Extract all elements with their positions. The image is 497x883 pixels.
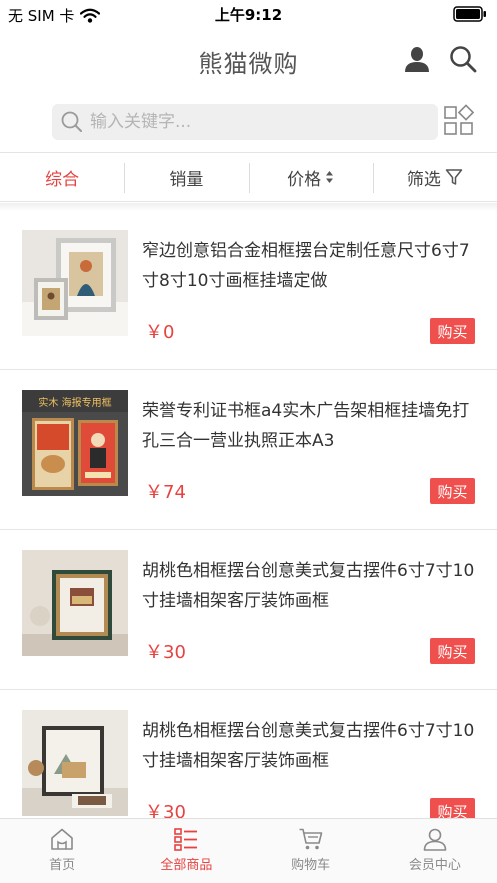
tab-label: 全部商品 — [160, 858, 213, 873]
search-icon — [450, 46, 477, 73]
product-item[interactable]: 实木 海报专用框 荣誉专利证书框a4实木广告架相框挂墙免打孔三合一营业执照正本A… — [0, 370, 497, 530]
search-button[interactable] — [448, 44, 478, 74]
buy-button[interactable]: 购买 — [430, 318, 475, 344]
sort-tab-comprehensive[interactable]: 综合 — [0, 153, 124, 201]
sort-tab-sales[interactable]: 销量 — [124, 153, 248, 201]
product-price: ￥0 — [145, 322, 175, 343]
home-icon — [51, 828, 73, 850]
member-icon — [423, 828, 447, 851]
buy-button[interactable]: 购买 — [430, 478, 475, 504]
grid-view-toggle[interactable] — [443, 104, 475, 138]
user-icon — [405, 47, 429, 72]
search-box[interactable] — [52, 104, 438, 140]
product-list[interactable]: 窄边创意铝合金相框摆台定制任意尺寸6寸7寸8寸10寸画框挂墙定做 ￥0 购买 实… — [0, 210, 497, 818]
tab-label: 会员中心 — [408, 858, 461, 873]
product-name[interactable]: 胡桃色相框摆台创意美式复古摆件6寸7寸10寸挂墙相架客厅装饰画框 — [142, 716, 477, 776]
sort-tab-label: 筛选 — [406, 169, 441, 190]
product-price: ￥74 — [145, 482, 186, 503]
sort-tab-filter[interactable]: 筛选 — [372, 153, 497, 201]
buy-button[interactable]: 购买 — [430, 798, 475, 818]
tab-home[interactable]: 首页 — [0, 819, 124, 883]
tab-all-products[interactable]: 全部商品 — [124, 819, 248, 883]
grid-view-icon — [444, 104, 475, 135]
app-header: 熊猫微购 — [0, 28, 497, 92]
user-button[interactable] — [402, 44, 432, 74]
product-image-banner: 实木 海报专用框 — [38, 396, 111, 409]
cart-icon — [299, 828, 322, 850]
product-item[interactable]: 胡桃色相框摆台创意美式复古摆件6寸7寸10寸挂墙相架客厅装饰画框 ￥30 购买 — [0, 690, 497, 818]
product-name[interactable]: 窄边创意铝合金相框摆台定制任意尺寸6寸7寸8寸10寸画框挂墙定做 — [142, 236, 477, 296]
product-image[interactable] — [22, 230, 128, 336]
sort-tab-label: 综合 — [45, 169, 80, 190]
search-field-icon — [61, 111, 82, 132]
product-image[interactable]: 实木 海报专用框 — [22, 390, 128, 496]
product-name[interactable]: 胡桃色相框摆台创意美式复古摆件6寸7寸10寸挂墙相架客厅装饰画框 — [142, 556, 477, 616]
product-image[interactable] — [22, 550, 128, 656]
status-time: 上午9:12 — [214, 6, 283, 24]
tab-label: 首页 — [49, 858, 76, 873]
list-icon — [174, 828, 198, 851]
product-item[interactable]: 胡桃色相框摆台创意美式复古摆件6寸7寸10寸挂墙相架客厅装饰画框 ￥30 购买 — [0, 530, 497, 690]
tab-cart[interactable]: 购物车 — [249, 819, 373, 883]
product-name[interactable]: 荣誉专利证书框a4实木广告架相框挂墙免打孔三合一营业执照正本A3 — [142, 396, 477, 456]
tab-label: 购物车 — [291, 858, 331, 873]
status-bar: 无 SIM 卡 上午9:12 — [0, 0, 497, 28]
search-row — [0, 96, 497, 148]
product-image[interactable] — [22, 710, 128, 816]
sort-tab-label: 价格 — [287, 169, 322, 190]
sort-updown-icon — [326, 171, 334, 183]
filter-icon — [445, 169, 463, 185]
bottom-tab-bar: 首页 全部商品 购物车 会员中心 — [0, 818, 497, 883]
battery-icon — [453, 6, 486, 22]
product-item[interactable]: 窄边创意铝合金相框摆台定制任意尺寸6寸7寸8寸10寸画框挂墙定做 ￥0 购买 — [0, 210, 497, 370]
search-input[interactable] — [90, 112, 410, 132]
product-price: ￥30 — [145, 642, 186, 663]
sort-tab-label: 销量 — [169, 169, 204, 190]
product-price: ￥30 — [145, 802, 186, 818]
sort-bar: 综合 销量 价格 筛选 — [0, 152, 497, 202]
buy-button[interactable]: 购买 — [430, 638, 475, 664]
tab-member-center[interactable]: 会员中心 — [373, 819, 497, 883]
sort-tab-price[interactable]: 价格 — [248, 153, 373, 201]
